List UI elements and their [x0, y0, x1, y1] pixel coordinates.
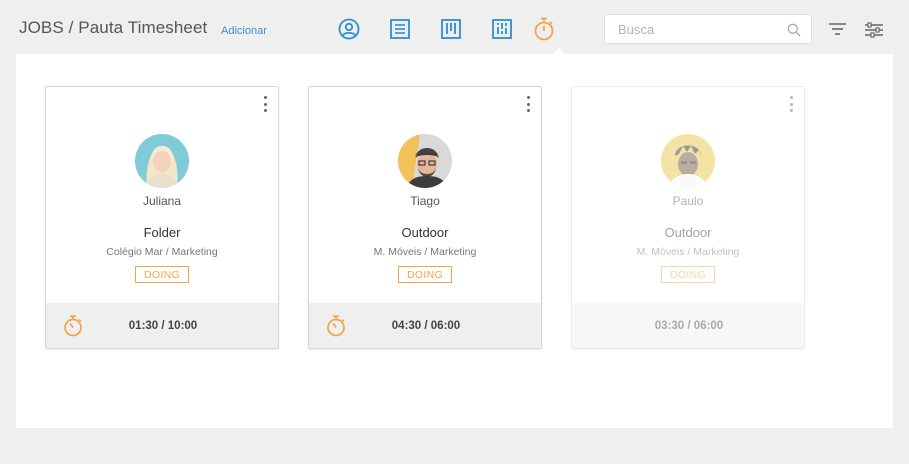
timer-icon[interactable]: [532, 17, 556, 41]
more-options-icon[interactable]: [527, 96, 531, 114]
top-bar: JOBS / Pauta Timesheet Adicionar: [0, 0, 909, 56]
job-title: Folder: [143, 225, 181, 240]
search-box: [604, 14, 812, 44]
client-name: M. Móveis / Marketing: [636, 246, 740, 258]
person-name: Tiago: [410, 194, 440, 208]
search-input[interactable]: [605, 15, 785, 43]
job-title: Outdoor: [401, 225, 449, 240]
avatar: [135, 134, 189, 188]
job-card[interactable]: Juliana Folder Colégio Mar / Marketing D…: [45, 86, 279, 349]
filter-icon[interactable]: [829, 22, 846, 41]
status-badge: DOING: [135, 266, 189, 283]
avatar: [398, 134, 452, 188]
job-card[interactable]: Paulo Outdoor M. Móveis / Marketing DOIN…: [571, 86, 805, 349]
client-name: Colégio Mar / Marketing: [106, 246, 218, 258]
person-name: Juliana: [142, 194, 182, 208]
status-badge: DOING: [398, 266, 452, 283]
board-icon[interactable]: [490, 17, 514, 41]
active-tab-pointer: [552, 48, 566, 55]
add-link[interactable]: Adicionar: [221, 25, 267, 37]
time-tracked: 04:30 / 06:00: [391, 320, 461, 332]
client-name: M. Móveis / Marketing: [373, 246, 477, 258]
time-tracked: 03:30 / 06:00: [654, 320, 724, 332]
job-card[interactable]: Tiago Outdoor M. Móveis / Marketing DOIN…: [308, 86, 542, 349]
time-tracked: 01:30 / 10:00: [128, 320, 198, 332]
list-icon[interactable]: [388, 17, 412, 41]
sliders-icon[interactable]: [865, 22, 883, 43]
job-title: Outdoor: [664, 225, 712, 240]
search-icon[interactable]: [787, 23, 801, 42]
avatar: [661, 134, 715, 188]
page-title: JOBS / Pauta Timesheet: [19, 18, 208, 37]
more-options-icon[interactable]: [790, 96, 794, 114]
card-footer: 04:30 / 06:00: [309, 303, 541, 348]
card-footer: 03:30 / 06:00: [572, 303, 804, 348]
person-name: Paulo: [672, 194, 704, 208]
status-badge: DOING: [661, 266, 715, 283]
columns-icon[interactable]: [439, 17, 463, 41]
card-footer: 01:30 / 10:00: [46, 303, 278, 348]
user-circle-icon[interactable]: [337, 17, 361, 41]
more-options-icon[interactable]: [264, 96, 268, 114]
